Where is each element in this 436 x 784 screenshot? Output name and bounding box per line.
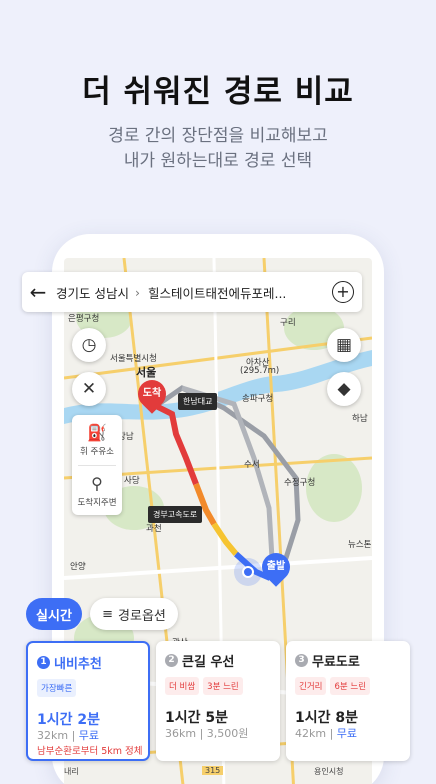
route-distance: 42km bbox=[295, 727, 327, 740]
clock-icon[interactable]: ◷ bbox=[72, 328, 106, 362]
departure-pin-label: 출발 bbox=[266, 561, 286, 572]
map-side-panel: ⛽ 휘 주유소 ⚲ 도착지주변 bbox=[72, 415, 122, 515]
route-distance: 36km bbox=[165, 727, 197, 740]
route-title: 큰길 우선 bbox=[182, 655, 235, 670]
route-time: 1시간 5분 bbox=[165, 710, 228, 726]
tag-gyeongbu-expressway: 경부고속도로 bbox=[148, 506, 203, 523]
route-search-bar[interactable]: ← 경기도 성남시 › 힐스테이트태전에듀포레... + bbox=[22, 272, 362, 312]
route-card-free-road[interactable]: 3 무료도로 긴거리 6분 느린 1시간 8분 42km | 무료 bbox=[286, 641, 410, 761]
gas-station-button[interactable]: ⛽ 휘 주유소 bbox=[72, 415, 122, 465]
nearby-destination-button[interactable]: ⚲ 도착지주변 bbox=[72, 466, 122, 516]
tag-hannam-bridge: 한남대교 bbox=[178, 393, 218, 410]
map-label-seoul: 서울 bbox=[136, 366, 157, 379]
route-badge: 6분 느린 bbox=[330, 677, 371, 695]
arrival-pin[interactable]: 도착 bbox=[132, 374, 172, 414]
map-label-sujeong: 수정구청 bbox=[284, 478, 316, 488]
realtime-chip[interactable]: 실시간 bbox=[26, 598, 82, 630]
route-options-chip[interactable]: ≡ 경로옵션 bbox=[90, 598, 178, 630]
route-title: 무료도로 bbox=[312, 655, 360, 670]
sliders-icon: ≡ bbox=[102, 606, 114, 622]
map-label-eunpyeong: 은평구청 bbox=[68, 314, 100, 324]
gas-prefix: 휘 bbox=[80, 447, 88, 457]
route-toll: 3,500원 bbox=[206, 727, 249, 740]
headline: 더 쉬워진 경로 비교 bbox=[82, 74, 354, 110]
route-number: 3 bbox=[295, 654, 308, 667]
route-number: 1 bbox=[37, 656, 50, 669]
route-traffic-note: 남부순환로부터 5km 정체 bbox=[37, 746, 143, 757]
subline-2: 내가 원하는대로 경로 선택 bbox=[123, 151, 313, 171]
route-title: 내비추천 bbox=[54, 657, 102, 672]
origin-text[interactable]: 경기도 성남시 bbox=[54, 283, 129, 302]
route-time: 1시간 2분 bbox=[37, 712, 100, 728]
add-waypoint-icon[interactable]: + bbox=[332, 281, 354, 303]
route-badge: 긴거리 bbox=[295, 677, 327, 695]
close-icon[interactable]: ✕ bbox=[72, 372, 106, 406]
route-toll: 무료 bbox=[336, 727, 358, 740]
route-options-label: 경로옵션 bbox=[118, 608, 166, 624]
map-label-naeri: 내리 bbox=[64, 767, 79, 776]
map-label-newstone: 뉴스톤 bbox=[348, 540, 372, 550]
road-number-badge: 315 bbox=[202, 766, 224, 775]
route-badge: 더 비쌈 bbox=[165, 677, 200, 695]
map-label-sadang: 사당 bbox=[124, 476, 140, 486]
departure-pin[interactable]: 출발 bbox=[256, 547, 296, 587]
map-label-anyang: 안양 bbox=[70, 562, 86, 572]
arrival-pin-label: 도착 bbox=[142, 388, 162, 399]
layers-icon[interactable]: ◆ bbox=[327, 372, 361, 406]
route-card-recommended[interactable]: 1 내비추천 가장빠른 1시간 2분 32km | 무료 남부순환로부터 5km … bbox=[26, 641, 150, 761]
destination-text[interactable]: 힐스테이트태전에듀포레... bbox=[146, 283, 286, 302]
location-pin-icon: ⚲ bbox=[91, 474, 103, 493]
gas-station-label: 주유소 bbox=[90, 447, 114, 457]
route-time: 1시간 8분 bbox=[295, 710, 358, 726]
fuel-icon: ⛽ bbox=[87, 423, 107, 442]
route-toll: 무료 bbox=[78, 729, 100, 742]
route-distance: 32km bbox=[37, 729, 69, 742]
back-arrow-icon[interactable]: ← bbox=[22, 280, 54, 304]
map-label-yongin: 용인시청 bbox=[314, 767, 344, 776]
grid-icon[interactable]: ▦ bbox=[327, 328, 361, 362]
route-number: 2 bbox=[165, 654, 178, 667]
map-label-hanam: 하남 bbox=[352, 414, 368, 424]
map-label-songpa: 송파구청 bbox=[242, 394, 274, 404]
chevron-right-icon: › bbox=[134, 284, 140, 300]
subline-1: 경로 간의 장단점을 비교해보고 bbox=[108, 126, 328, 146]
route-badge: 가장빠른 bbox=[37, 679, 77, 697]
map-label-gwacheon: 과천 bbox=[146, 524, 162, 534]
route-badge: 3분 느린 bbox=[203, 677, 243, 695]
map-label-achasan-height: (295.7m) bbox=[240, 366, 280, 376]
map-label-guri: 구리 bbox=[280, 318, 296, 328]
map-label-city-hall: 서울특별시청 bbox=[110, 354, 157, 364]
map-label-suseo: 수서 bbox=[244, 460, 260, 470]
route-card-main-road[interactable]: 2 큰길 우선 더 비쌈 3분 느린 1시간 5분 36km | 3,500원 bbox=[156, 641, 280, 761]
nearby-destination-label: 도착지주변 bbox=[77, 498, 117, 508]
